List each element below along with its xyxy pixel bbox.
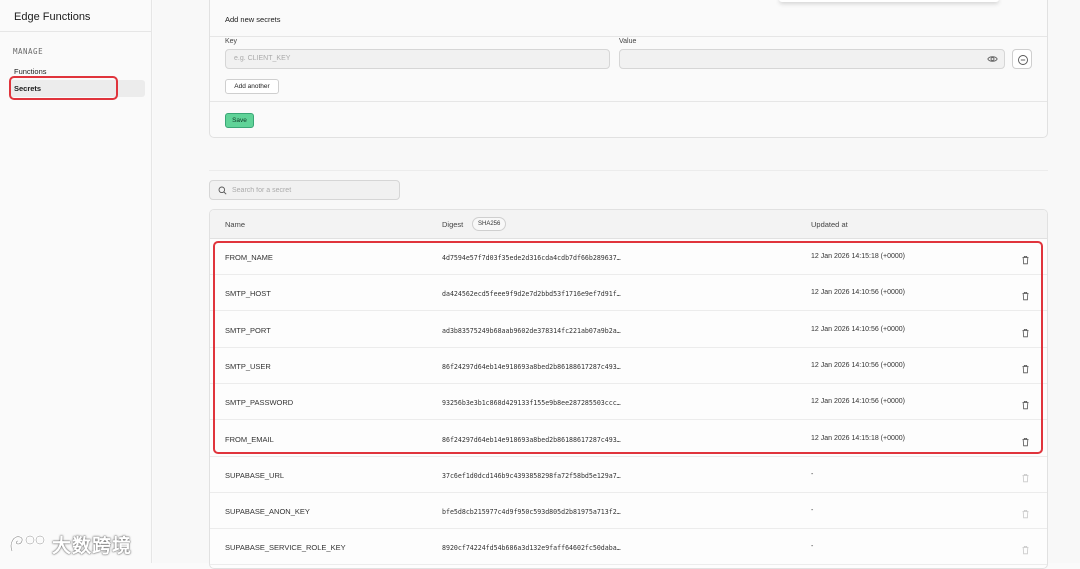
- watermark-logo-icon: [9, 534, 46, 552]
- secret-updated-at: -: [811, 543, 814, 551]
- secret-updated-at: 12 Jan 2026 14:15:18 (+0000): [811, 253, 905, 260]
- secret-name: SMTP_PASSWORD: [225, 398, 294, 408]
- delete-icon[interactable]: [1021, 542, 1030, 560]
- table-row: SMTP_PORT ad3b83575249b68aab9602de378314f…: [210, 312, 1047, 348]
- search-input[interactable]: [232, 184, 392, 197]
- secret-name: SMTP_HOST: [225, 289, 271, 299]
- search-box[interactable]: [209, 180, 400, 200]
- delete-icon[interactable]: [1021, 288, 1030, 306]
- sidebar-section-label: MANAGE: [13, 47, 44, 56]
- column-header-digest: Digest: [442, 220, 464, 229]
- secret-digest: ad3b83575249b68aab9602de378314fc221ab07a…: [442, 326, 621, 335]
- secret-name: SUPABASE_URL: [225, 470, 285, 480]
- secret-digest: 93256b3e3b1c868d429133f155e9b8ee28728550…: [442, 399, 621, 408]
- table-row: FROM_EMAIL 86f24297d64eb14e918693a8bed2b8…: [210, 421, 1047, 457]
- sidebar-title: Edge Functions: [14, 11, 91, 23]
- table-row: SUPABASE_ANON_KEY bfe5d8cb215977c4d9f950c…: [210, 493, 1047, 530]
- add-secrets-title: Add new secrets: [225, 15, 281, 24]
- key-label: Key: [225, 38, 238, 45]
- secret-digest: 86f24297d64eb14e918693a8bed2b86188617287…: [442, 435, 621, 444]
- secret-name: FROM_NAME: [225, 253, 273, 262]
- secret-digest: 8920cf74224fd54b686a3d132e9faff64602fc50…: [442, 544, 621, 553]
- secret-digest: bfe5d8cb215977c4d9f950c593d805d2b81975a7…: [442, 508, 621, 517]
- add-another-button[interactable]: Add another: [225, 79, 279, 94]
- secret-name: SMTP_PORT: [225, 325, 271, 335]
- delete-icon[interactable]: [1021, 397, 1030, 415]
- sidebar-divider: [0, 31, 152, 32]
- main-content: Add new secrets Key Value e.g. CLIENT_KE…: [153, 0, 1080, 569]
- secret-updated-at: -: [811, 507, 814, 515]
- table-row: SUPABASE_SERVICE_ROLE_KEY 8920cf74224fd54…: [210, 529, 1047, 566]
- secret-name: SUPABASE_ANON_KEY: [225, 507, 310, 517]
- secret-updated-at: -: [811, 470, 814, 478]
- secret-name: FROM_EMAIL: [225, 434, 274, 444]
- table-row: SMTP_HOST da424562ecd5feee9f9d2e7d2bbd53f…: [210, 275, 1047, 312]
- card-divider: [210, 36, 1047, 37]
- delete-icon[interactable]: [1021, 252, 1030, 270]
- eye-icon[interactable]: [987, 54, 998, 64]
- secret-name: SMTP_USER: [225, 361, 271, 371]
- column-header-name: Name: [225, 220, 246, 229]
- delete-icon[interactable]: [1021, 506, 1030, 524]
- sha256-badge: SHA256: [472, 217, 507, 231]
- secret-updated-at: 12 Jan 2026 14:10:56 (+0000): [811, 361, 905, 369]
- secret-digest: 86f24297d64eb14e918693a8bed2b86188617287…: [442, 362, 621, 371]
- table-row: SMTP_USER 86f24297d64eb14e918693a8bed2b86…: [210, 348, 1047, 384]
- secret-digest: da424562ecd5feee9f9d2e7d2bbd53f1716e9ef7…: [442, 290, 621, 299]
- delete-icon[interactable]: [1021, 470, 1030, 488]
- dropdown-popover-edge: [779, 0, 999, 2]
- delete-icon[interactable]: [1021, 325, 1030, 343]
- value-input[interactable]: [619, 49, 1005, 69]
- delete-icon[interactable]: [1021, 434, 1030, 452]
- table-row: SUPABASE_URL 37c6ef1d0dcd146b9c4393858298…: [210, 457, 1047, 493]
- table-header: Name Digest SHA256 Updated at: [210, 210, 1047, 239]
- sidebar: Edge Functions MANAGE Functions Secrets: [0, 0, 152, 563]
- section-divider: [209, 170, 1048, 171]
- table-row: SMTP_PASSWORD 93256b3e3b1c868d429133f155e…: [210, 384, 1047, 421]
- save-button[interactable]: Save: [225, 113, 254, 128]
- watermark-text: 大数跨境: [52, 536, 133, 557]
- value-label: Value: [619, 38, 637, 45]
- secret-digest: 37c6ef1d0dcd146b9c4393858298fa72f58bd5e1…: [442, 471, 621, 480]
- sidebar-item-secrets[interactable]: Secrets: [9, 80, 145, 97]
- secret-digest: 4d7594e57f7d03f35ede2d316cda4cdb7df66b28…: [442, 254, 621, 262]
- add-secrets-card: Add new secrets Key Value e.g. CLIENT_KE…: [209, 0, 1048, 138]
- table-row: FROM_NAME 4d7594e57f7d03f35ede2d316cda4cd…: [210, 239, 1047, 275]
- card-divider-bottom: [210, 101, 1047, 102]
- minus-circle-icon: [1018, 55, 1028, 65]
- search-icon: [218, 186, 227, 195]
- secret-updated-at: 12 Jan 2026 14:15:18 (+0000): [811, 434, 905, 442]
- remove-row-button[interactable]: [1012, 49, 1032, 69]
- key-input[interactable]: e.g. CLIENT_KEY: [225, 49, 610, 69]
- secret-updated-at: 12 Jan 2026 14:10:56 (+0000): [811, 325, 905, 333]
- sidebar-item-functions[interactable]: Functions: [9, 63, 145, 80]
- column-header-updated: Updated at: [811, 220, 848, 229]
- secret-name: SUPABASE_SERVICE_ROLE_KEY: [225, 543, 346, 553]
- secrets-table: Name Digest SHA256 Updated at FROM_NAME 4…: [209, 209, 1048, 569]
- secret-updated-at: 12 Jan 2026 14:10:56 (+0000): [811, 398, 905, 406]
- delete-icon[interactable]: [1021, 361, 1030, 379]
- secret-updated-at: 12 Jan 2026 14:10:56 (+0000): [811, 289, 905, 297]
